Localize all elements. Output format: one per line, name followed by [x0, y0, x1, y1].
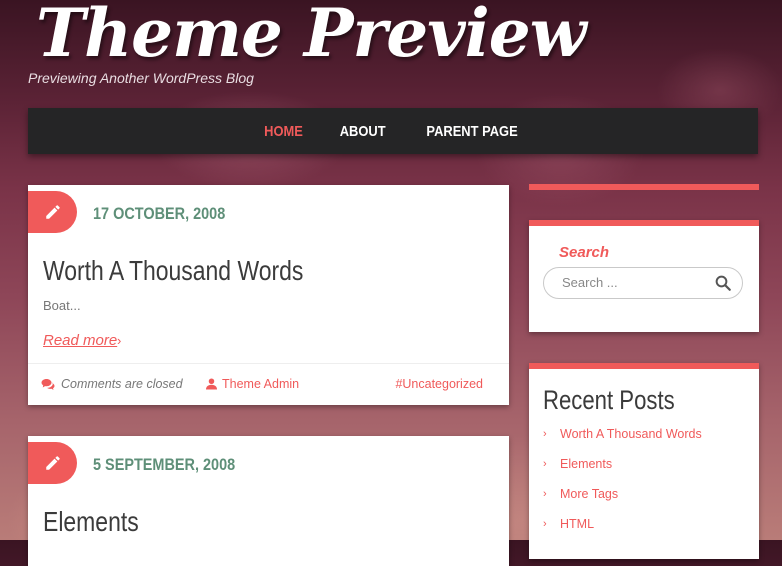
recent-post-item[interactable]: › HTML [543, 517, 702, 547]
search-widget: Search [529, 220, 759, 332]
user-icon [206, 378, 217, 390]
post-meta: Comments are closed Theme Admin #Uncateg… [28, 363, 509, 406]
chevron-right-icon: › [543, 428, 547, 440]
recent-posts-list: › Worth A Thousand Words › Elements › Mo… [543, 427, 702, 547]
chevron-right-icon: › [117, 333, 122, 348]
comments-status: Comments are closed [61, 377, 183, 391]
recent-posts-widget: Recent Posts › Worth A Thousand Words › … [529, 363, 759, 559]
post-excerpt: Boat... [43, 298, 81, 313]
recent-post-link[interactable]: Worth A Thousand Words [560, 427, 702, 441]
category-link[interactable]: #Uncategorized [395, 377, 483, 391]
post-title[interactable]: Worth A Thousand Words [43, 255, 303, 287]
site-title[interactable]: Theme Preview [36, 0, 587, 72]
recent-post-item[interactable]: › Elements [543, 457, 702, 487]
chevron-right-icon: › [543, 518, 547, 530]
sidebar-accent-bar [529, 184, 759, 190]
recent-post-link[interactable]: Elements [560, 457, 612, 471]
recent-post-item[interactable]: › Worth A Thousand Words [543, 427, 702, 457]
comments-meta: Comments are closed [41, 377, 183, 391]
search-widget-title: Search [559, 244, 610, 261]
site-tagline: Previewing Another WordPress Blog [28, 70, 254, 86]
recent-post-link[interactable]: More Tags [560, 487, 618, 501]
comments-icon [41, 379, 55, 390]
search-box [543, 267, 743, 299]
recent-posts-title: Recent Posts [543, 385, 675, 415]
pencil-icon [45, 205, 60, 219]
post-format-badge [28, 191, 77, 233]
recent-post-item[interactable]: › More Tags [543, 487, 702, 517]
nav-item-home[interactable]: HOME [264, 123, 303, 140]
post-date[interactable]: 5 SEPTEMBER, 2008 [93, 455, 235, 475]
nav-item-parent-page[interactable]: PARENT PAGE [427, 123, 518, 140]
main-nav: HOME ABOUT PARENT PAGE [28, 108, 758, 154]
post-card: 17 OCTOBER, 2008 Worth A Thousand Words … [28, 185, 509, 405]
author-meta[interactable]: Theme Admin [206, 377, 299, 391]
read-more-link[interactable]: Read more [43, 332, 117, 349]
chevron-right-icon: › [543, 458, 547, 470]
post-card: 5 SEPTEMBER, 2008 Elements [28, 436, 509, 566]
post-title[interactable]: Elements [43, 506, 139, 538]
chevron-right-icon: › [543, 488, 547, 500]
nav-item-about[interactable]: ABOUT [339, 123, 385, 140]
search-input[interactable] [560, 274, 704, 291]
recent-post-link[interactable]: HTML [560, 517, 594, 531]
author-link[interactable]: Theme Admin [222, 377, 299, 391]
post-date[interactable]: 17 OCTOBER, 2008 [93, 204, 225, 224]
pencil-icon [45, 456, 60, 470]
search-icon[interactable] [714, 274, 732, 292]
post-format-badge [28, 442, 77, 484]
